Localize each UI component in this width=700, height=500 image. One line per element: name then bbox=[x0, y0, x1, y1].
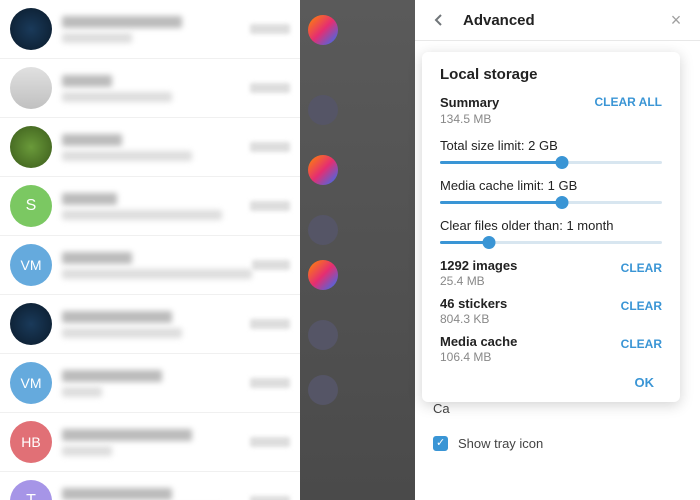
cache-item-media: Media cache106.4 MB CLEAR bbox=[440, 334, 662, 364]
media-cache-slider: Media cache limit: 1 GB bbox=[440, 178, 662, 204]
cache-item-stickers: 46 stickers804.3 KB CLEAR bbox=[440, 296, 662, 326]
message-avatar bbox=[308, 215, 338, 245]
cache-label: 46 stickers bbox=[440, 296, 507, 311]
settings-header: Advanced × bbox=[415, 0, 700, 41]
avatar bbox=[10, 303, 52, 345]
message-avatar bbox=[308, 320, 338, 350]
avatar bbox=[10, 67, 52, 109]
slider-thumb[interactable] bbox=[556, 156, 569, 169]
chat-item[interactable]: VM bbox=[0, 236, 300, 295]
avatar-letter: S bbox=[10, 185, 52, 227]
back-button[interactable] bbox=[429, 10, 449, 30]
chat-item[interactable] bbox=[0, 118, 300, 177]
message-avatar bbox=[308, 15, 338, 45]
message-avatar bbox=[308, 155, 338, 185]
avatar-letter: VM bbox=[10, 362, 52, 404]
checkbox-icon[interactable] bbox=[433, 436, 448, 451]
message-avatar bbox=[308, 375, 338, 405]
message-area bbox=[300, 0, 415, 500]
slider-track[interactable] bbox=[440, 201, 662, 204]
cache-size: 106.4 MB bbox=[440, 350, 517, 364]
slider-label: Media cache limit: 1 GB bbox=[440, 178, 662, 193]
avatar-letter: VM bbox=[10, 244, 52, 286]
message-avatar bbox=[308, 260, 338, 290]
slider-thumb[interactable] bbox=[482, 236, 495, 249]
avatar bbox=[10, 126, 52, 168]
slider-track[interactable] bbox=[440, 161, 662, 164]
cache-item-images: 1292 images25.4 MB CLEAR bbox=[440, 258, 662, 288]
chat-item[interactable] bbox=[0, 0, 300, 59]
ok-button[interactable]: OK bbox=[627, 371, 663, 394]
settings-title: Advanced bbox=[463, 12, 666, 29]
cache-label: 1292 images bbox=[440, 258, 517, 273]
cache-label: Media cache bbox=[440, 334, 517, 349]
chat-item[interactable]: T bbox=[0, 472, 300, 500]
total-size-slider: Total size limit: 2 GB bbox=[440, 138, 662, 164]
chat-item[interactable]: VM bbox=[0, 354, 300, 413]
chat-item[interactable] bbox=[0, 295, 300, 354]
local-storage-modal: Local storage Summary 134.5 MB CLEAR ALL… bbox=[422, 52, 680, 402]
cache-size: 804.3 KB bbox=[440, 312, 507, 326]
close-button[interactable]: × bbox=[666, 10, 686, 30]
slider-label: Total size limit: 2 GB bbox=[440, 138, 662, 153]
summary-label: Summary bbox=[440, 95, 499, 110]
chat-item[interactable]: S bbox=[0, 177, 300, 236]
slider-label: Clear files older than: 1 month bbox=[440, 218, 662, 233]
message-avatar bbox=[308, 95, 338, 125]
slider-track[interactable] bbox=[440, 241, 662, 244]
clear-button[interactable]: CLEAR bbox=[621, 337, 662, 351]
slider-thumb[interactable] bbox=[556, 196, 569, 209]
clear-button[interactable]: CLEAR bbox=[621, 261, 662, 275]
chat-list: S VM VM HB T bbox=[0, 0, 300, 500]
tray-icon-row[interactable]: Show tray icon bbox=[433, 430, 682, 457]
avatar-letter: T bbox=[10, 480, 52, 500]
cache-size: 25.4 MB bbox=[440, 274, 517, 288]
tray-icon-label: Show tray icon bbox=[458, 436, 543, 451]
clear-older-slider: Clear files older than: 1 month bbox=[440, 218, 662, 244]
clear-all-button[interactable]: CLEAR ALL bbox=[594, 95, 662, 109]
summary-value: 134.5 MB bbox=[440, 112, 499, 126]
chat-item[interactable] bbox=[0, 59, 300, 118]
clear-button[interactable]: CLEAR bbox=[621, 299, 662, 313]
avatar bbox=[10, 8, 52, 50]
chat-item[interactable]: HB bbox=[0, 413, 300, 472]
avatar-letter: HB bbox=[10, 421, 52, 463]
modal-title: Local storage bbox=[440, 66, 662, 83]
